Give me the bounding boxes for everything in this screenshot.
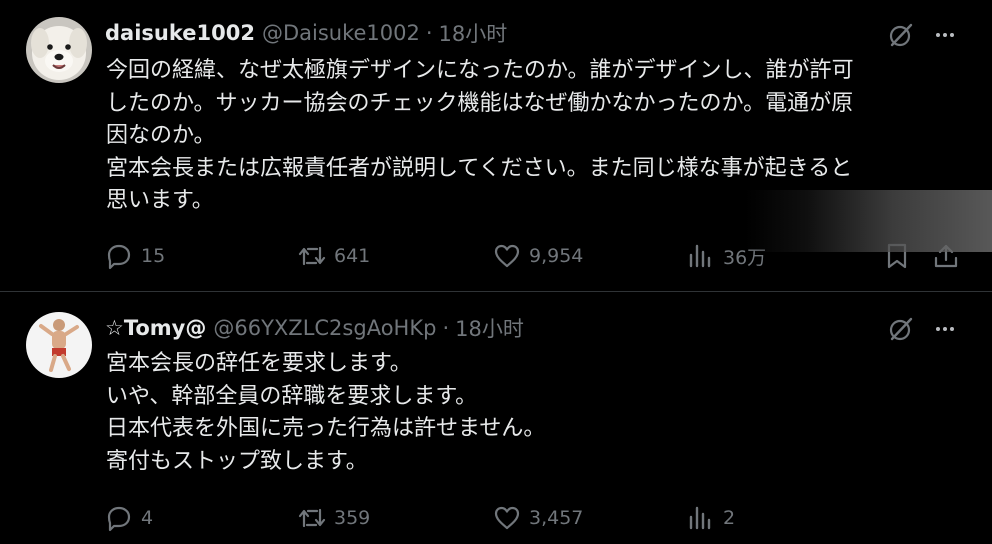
like-icon <box>494 506 520 530</box>
tweet-text-line: 日本代表を外国に売った行為は許せません。 <box>106 416 546 441</box>
reply-icon <box>107 244 131 270</box>
user-handle[interactable]: @66YXZLC2sgAoHKp <box>213 316 436 340</box>
more-icon[interactable] <box>930 21 960 49</box>
tweet-text-line: 寄付もストップ致します。 <box>106 448 368 474</box>
reply-button[interactable]: 4 <box>105 503 153 533</box>
tweet-text-line: 宮本会長の辞任を要求します。 <box>106 351 412 376</box>
more-icon[interactable] <box>930 315 960 343</box>
retweet-icon <box>298 508 326 528</box>
tweet-text-line: したのか。サッカー協会のチェック機能はなぜ働かなかったのか。電通が原 <box>106 90 854 116</box>
like-button[interactable]: 9,954 <box>493 241 583 271</box>
tweet-text-line: 今回の経緯、なぜ太極旗デザインになったのか。誰がデザインし、誰が許可 <box>106 58 854 83</box>
grok-icon[interactable] <box>887 315 915 343</box>
display-name[interactable]: ☆Tomy@ <box>105 316 206 340</box>
retweet-count: 641 <box>334 245 371 267</box>
reply-button[interactable]: 15 <box>105 241 165 271</box>
retweet-button[interactable]: 641 <box>298 241 370 271</box>
tweet-2[interactable]: ☆Tomy@ @66YXZLC2sgAoHKp · 18小时 宮本会長の辞任を要… <box>0 292 992 544</box>
tweet-header: ☆Tomy@ @66YXZLC2sgAoHKp · 18小时 <box>105 313 524 343</box>
reply-count: 15 <box>141 245 166 267</box>
tweet-text-line: いや、幹部全員の辞職を要求します。 <box>106 383 478 409</box>
tweet-text: 宮本会長の辞任を要求します。 いや、幹部全員の辞職を要求します。 日本代表を外国… <box>106 348 966 478</box>
avatar[interactable] <box>26 17 92 83</box>
tweet-text-line: 宮本会長または広報責任者が説明してください。また同じ様な事が起きると <box>106 155 853 181</box>
like-button[interactable]: 3,457 <box>493 503 583 533</box>
separator-dot: · <box>442 316 450 340</box>
views-count: 2 <box>723 507 736 529</box>
reply-icon <box>107 506 131 532</box>
avatar[interactable] <box>26 312 92 378</box>
display-name[interactable]: daisuke1002 <box>105 21 255 45</box>
timestamp[interactable]: 18小时 <box>439 18 508 48</box>
user-handle[interactable]: @Daisuke1002 <box>262 21 420 45</box>
watermark-fade <box>745 190 992 252</box>
retweet-button[interactable]: 359 <box>298 503 370 533</box>
retweet-count: 359 <box>334 507 371 529</box>
reply-count: 4 <box>141 507 154 529</box>
views-icon <box>689 244 711 268</box>
like-icon <box>494 244 520 268</box>
separator-dot: · <box>425 21 433 45</box>
timestamp[interactable]: 18小时 <box>455 313 524 343</box>
tweet-header: daisuke1002 @Daisuke1002 · 18小时 <box>105 18 507 48</box>
retweet-icon <box>298 246 326 266</box>
views-button[interactable]: 2 <box>687 503 735 533</box>
tweet-text-line: 因なのか。 <box>106 123 216 148</box>
views-icon <box>689 506 711 530</box>
grok-icon[interactable] <box>887 21 915 49</box>
action-bar: 4 359 3,457 2 <box>105 503 965 533</box>
like-count: 3,457 <box>529 507 584 529</box>
like-count: 9,954 <box>529 245 584 267</box>
